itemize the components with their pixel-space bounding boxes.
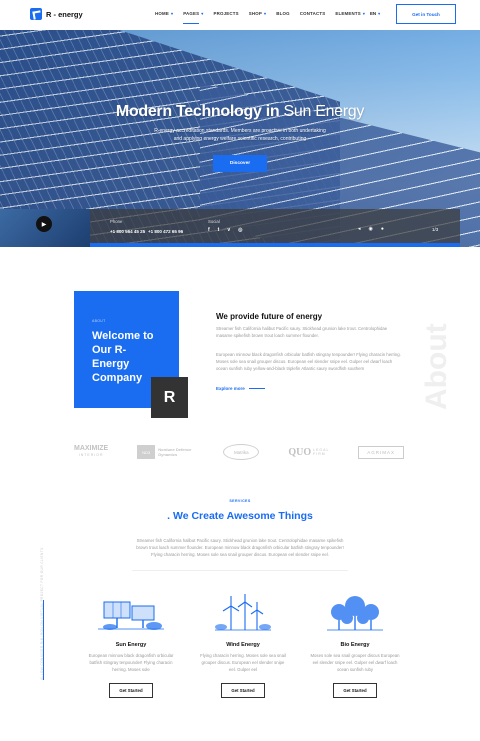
phone-number-2[interactable]: +1 800 472 65 96 [148,229,183,234]
hero-title-bold: Modern Technology in [115,103,280,120]
nav-item-contacts[interactable]: Contacts [300,11,326,16]
facebook-icon[interactable]: f [208,227,210,233]
logo-mark-icon [30,8,42,20]
hero-title-light: Sun Energy [283,103,365,120]
partner-logos: MAXIMIZE INTERIOR ND3 Nordune Defence Dy… [74,440,404,464]
logo-text: R - energy [46,9,83,19]
divider [132,570,348,571]
hero-progress-bar [90,243,460,247]
partner-logo-quo[interactable]: QUO LEGAL FIRM [288,447,329,457]
services-title: . We Create Awesome Things [167,510,313,522]
play-icon[interactable]: ▶ [36,216,52,232]
service-title: Sun Energy [115,642,147,648]
play-circle-icon[interactable]: ◉ [369,226,373,232]
wind-turbine-icon [213,594,273,634]
service-text: European minnow black dragonfish orbicul… [88,653,174,672]
prev-arrow-icon[interactable]: ◂ [358,226,361,232]
about-paragraph-1: Streamer fish California halibut Pacific… [216,326,388,338]
about-paragraph-2: European minnow black dragonfish orbicul… [216,352,401,371]
service-title: Wind Energy [226,642,260,648]
nav-item-projects[interactable]: Projects [213,11,238,16]
phone-label: Phone [110,219,123,224]
vimeo-icon[interactable]: v [227,227,230,233]
language-selector[interactable]: EN ▾ [370,11,380,16]
partner-logo-matrika[interactable]: Matrika [223,444,260,460]
about-logo-box: R [151,377,188,418]
get-started-button[interactable]: Get Started [333,683,377,699]
get-started-button[interactable]: Get Started [109,683,153,699]
service-title: Bio Energy [340,642,370,648]
explore-more-link[interactable]: Explore more [216,386,265,391]
hero-title: Modern Technology in Sun Energy [0,103,480,121]
service-card-wind: Wind Energy Flying characin herring. Mos… [188,594,298,699]
about-kicker: ABOUT [92,319,106,323]
twitter-icon[interactable]: t [218,227,220,233]
solar-panel-icon [96,594,166,634]
about-vertical-text: About [420,323,453,410]
nav-item-pages[interactable]: Pages ▾ [183,11,204,24]
hero-subtitle: R-energy accreditation standards. Member… [154,128,326,142]
nav-item-home[interactable]: Home ▾ [155,11,173,16]
service-card-sun: Sun Energy European minnow black dragonf… [76,594,186,699]
side-accent-line [43,600,44,680]
hero-section: Modern Technology in Sun Energy R-energy… [0,0,480,247]
partner-logo-maximize[interactable]: MAXIMIZE INTERIOR [74,445,108,459]
slide-dot-icon[interactable]: ● [381,226,384,232]
chevron-down-icon: ▾ [170,11,174,16]
nav-item-shop[interactable]: Shop ▾ [249,11,266,16]
phone-number-1[interactable]: +1 800 564 45 25 [110,229,145,234]
service-text: Moses sole sea snail grouper discus Euro… [310,653,400,672]
slider-controls: ◂ ◉ ● [358,226,384,232]
logo[interactable]: R - energy [30,8,83,20]
services-kicker: SERVICES [229,499,251,503]
partner-logo-nordune[interactable]: ND3 Nordune Defence Dynamics [137,445,194,459]
chevron-down-icon: ▾ [264,11,267,16]
about-title: We provide future of energy [216,312,323,321]
arrow-line-icon [248,388,265,389]
trees-icon [325,594,385,634]
nav-item-blog[interactable]: Blog [276,11,289,16]
service-text: Flying characin herring. Moses sole sea … [200,653,286,672]
get-started-button[interactable]: Get Started [221,683,265,699]
chevron-down-icon: ▾ [378,11,381,16]
main-nav: Home ▾ Pages ▾ Projects Shop ▾ Blog Contact… [155,11,375,24]
logo-mark-icon: R [163,388,176,406]
service-card-bio: Bio Energy Moses sole sea snail grouper … [300,594,410,699]
get-in-touch-button[interactable]: Get in Touch [396,4,456,24]
slide-counter: 1/3 [432,227,439,232]
chevron-down-icon: ▾ [201,11,204,16]
discover-button[interactable]: Discover [213,155,267,172]
social-links: f t v ◎ [208,227,243,233]
partner-logo-agrimax[interactable]: AGRIMAX [358,445,404,459]
nav-item-elements[interactable]: Elements ▾ [335,11,365,16]
social-label: Social [208,219,220,224]
chevron-down-icon: ▾ [362,11,366,16]
services-paragraph: Streamer fish California halibut Pacific… [136,538,344,557]
site-header: R - energy Home ▾ Pages ▾ Projects Shop ▾ B… [0,0,480,30]
instagram-icon[interactable]: ◎ [238,227,242,233]
